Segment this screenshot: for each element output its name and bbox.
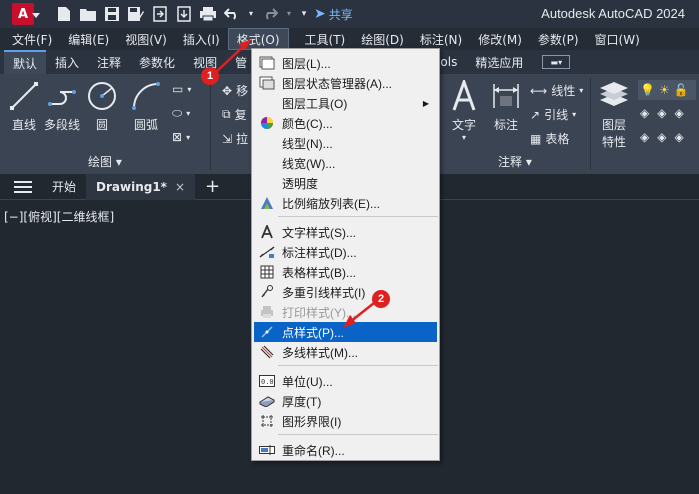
callout-badge-2: 2 bbox=[372, 290, 390, 308]
callout-arrow-1 bbox=[215, 43, 247, 73]
callout-arrowhead-2 bbox=[343, 315, 356, 328]
callout-arrow-2 bbox=[349, 302, 375, 323]
callout-badge-1: 1 bbox=[201, 67, 219, 85]
callout-arrows bbox=[215, 39, 375, 328]
